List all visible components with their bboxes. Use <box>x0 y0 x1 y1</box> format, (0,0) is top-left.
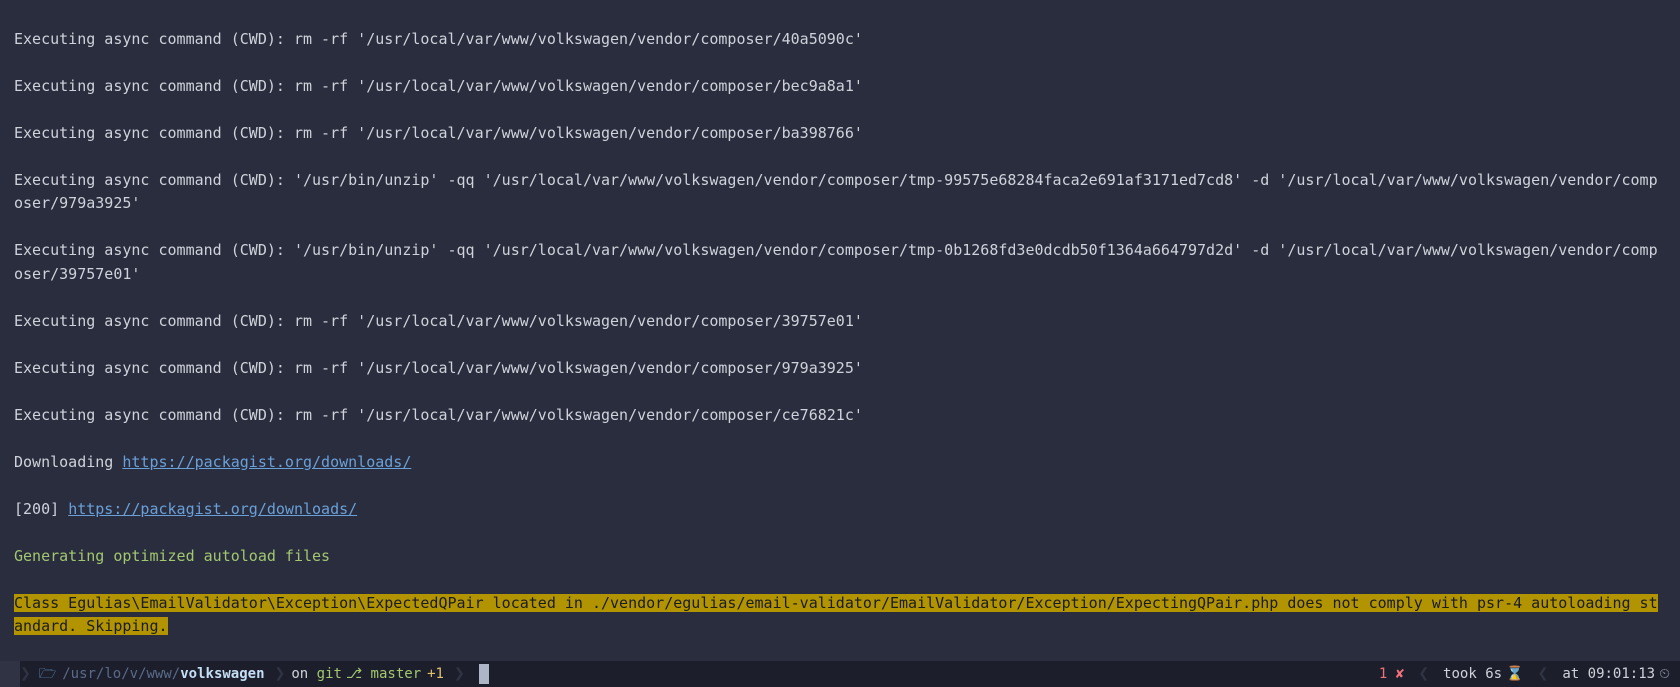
hourglass-icon: ⌛ <box>1506 661 1523 687</box>
exit-code: 1 ✘ <box>1379 661 1404 687</box>
output-line: [200] https://packagist.org/downloads/ <box>14 498 1666 522</box>
clock-time: 09:01:13 <box>1588 661 1655 687</box>
output-line: Executing async command (CWD): rm -rf '/… <box>14 357 1666 381</box>
output-line: Executing async command (CWD): '/usr/bin… <box>14 169 1666 216</box>
git-dirty-count: +1 <box>427 661 444 687</box>
git-label: git <box>317 661 342 687</box>
separator-icon: ❮ <box>1534 661 1553 687</box>
folder-icon: 🗁 <box>39 661 56 687</box>
output-line: Executing async command (CWD): rm -rf '/… <box>14 310 1666 334</box>
separator-icon: ❯ <box>275 661 290 687</box>
separator-icon: ❯ <box>454 661 469 687</box>
on-label: on <box>291 661 308 687</box>
output-line: Executing async command (CWD): rm -rf '/… <box>14 28 1666 52</box>
output-line: Executing async command (CWD): rm -rf '/… <box>14 404 1666 428</box>
packagist-link[interactable]: https://packagist.org/downloads/ <box>68 500 357 518</box>
duration: took 6s <box>1443 661 1502 687</box>
git-branch: master <box>371 661 422 687</box>
output-line: Executing async command (CWD): rm -rf '/… <box>14 75 1666 99</box>
clock-icon: ⏲ <box>1659 661 1670 687</box>
status-bar: ❯ 🗁 /usr/lo/v/www/volkswagen ❯ on git ⎇ … <box>0 661 1680 687</box>
cwd-dirname: volkswagen <box>180 661 264 687</box>
prompt-cursor[interactable] <box>479 664 489 684</box>
output-line: Executing async command (CWD): rm -rf '/… <box>14 122 1666 146</box>
output-line: Downloading https://packagist.org/downlo… <box>14 451 1666 475</box>
terminal-output[interactable]: Executing async command (CWD): rm -rf '/… <box>0 0 1680 687</box>
output-line-warning: Class Egulias\EmailValidator\Exception\E… <box>14 592 1666 639</box>
git-branch-icon: ⎇ <box>346 661 362 687</box>
at-label: at <box>1562 661 1579 687</box>
apple-icon <box>0 661 20 687</box>
packagist-link[interactable]: https://packagist.org/downloads/ <box>122 453 411 471</box>
cwd-path: /usr/lo/v/www/ <box>62 661 180 687</box>
output-line-success: Generating optimized autoload files <box>14 545 1666 569</box>
separator-icon: ❯ <box>20 661 35 687</box>
output-line: Executing async command (CWD): '/usr/bin… <box>14 239 1666 286</box>
separator-icon: ❮ <box>1414 661 1433 687</box>
